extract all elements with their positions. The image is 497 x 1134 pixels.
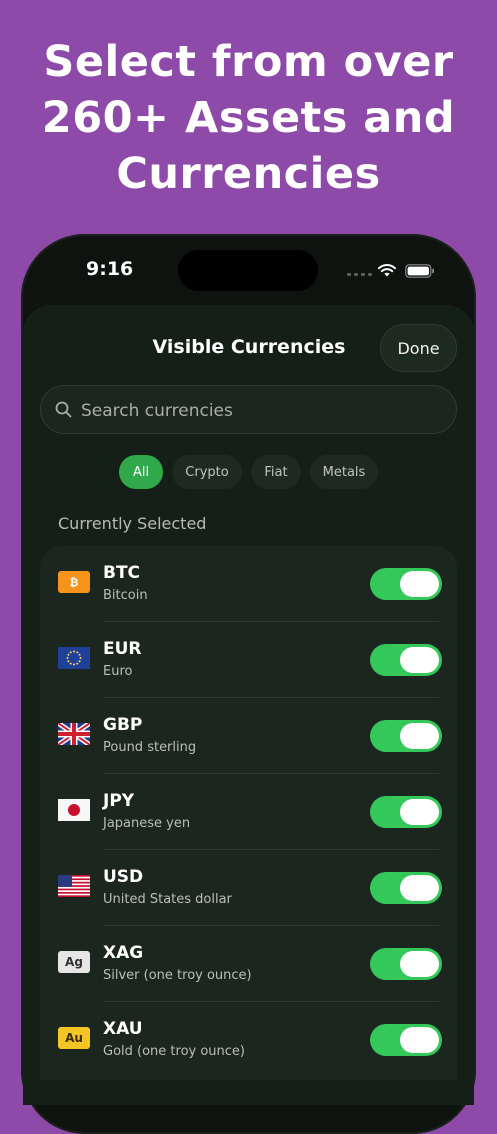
currency-name: Pound sterling (103, 740, 197, 755)
currency-name: Japanese yen (103, 816, 191, 831)
us-flag-icon (58, 875, 90, 897)
filter-chip-fiat[interactable]: Fiat (251, 455, 301, 489)
currency-code: USD (103, 867, 144, 887)
currency-code: EUR (103, 639, 142, 659)
promo-line-3: Currencies (116, 149, 381, 199)
bitcoin-icon: ₿ (58, 571, 90, 593)
currency-row-xau[interactable]: Au XAU Gold (one troy ounce) (40, 1002, 457, 1078)
sheet-title: Visible Currencies (152, 336, 346, 358)
currency-row-jpy[interactable]: JPY Japanese yen (40, 774, 457, 850)
currency-name: Bitcoin (103, 588, 148, 603)
dynamic-island (178, 250, 318, 291)
toggle-eur[interactable] (370, 644, 442, 676)
filter-chip-crypto[interactable]: Crypto (172, 455, 242, 489)
currency-code: JPY (103, 791, 135, 811)
currency-code: XAU (103, 1019, 143, 1039)
gold-badge: Au (58, 1027, 90, 1049)
filter-chip-all[interactable]: All (119, 455, 163, 489)
done-button[interactable]: Done (380, 324, 457, 372)
silver-badge: Ag (58, 951, 90, 973)
section-label: Currently Selected (58, 514, 207, 533)
gold-icon: Au (58, 1027, 90, 1049)
toggle-btc[interactable] (370, 568, 442, 600)
currency-code: GBP (103, 715, 143, 735)
promo-line-1: Select from over (43, 37, 454, 87)
currency-name: United States dollar (103, 892, 232, 907)
eu-flag-icon (58, 647, 90, 669)
uk-flag-icon (58, 723, 90, 745)
toggle-jpy[interactable] (370, 796, 442, 828)
toggle-gbp[interactable] (370, 720, 442, 752)
wifi-icon (378, 264, 396, 277)
toggle-xau[interactable] (370, 1024, 442, 1056)
signal-icon (347, 273, 372, 276)
search-icon (55, 401, 72, 418)
search-field[interactable] (40, 385, 457, 435)
filter-chip-metals[interactable]: Metals (310, 455, 378, 489)
currency-code: XAG (103, 943, 144, 963)
bitcoin-badge: ₿ (58, 571, 90, 593)
currency-row-usd[interactable]: USD United States dollar (40, 850, 457, 926)
currency-row-btc[interactable]: ₿ BTC Bitcoin (40, 546, 457, 622)
currency-name: Silver (one troy ounce) (103, 968, 252, 983)
currency-name: Gold (one troy ounce) (103, 1044, 246, 1059)
search-input[interactable] (79, 386, 443, 435)
currency-row-xag[interactable]: Ag XAG Silver (one troy ounce) (40, 926, 457, 1002)
currency-name: Euro (103, 664, 133, 679)
status-time: 9:16 (86, 258, 134, 280)
japan-flag-icon (58, 799, 90, 821)
currency-code: BTC (103, 563, 141, 583)
promo-line-2: 260+ Assets and (41, 93, 456, 143)
currency-row-eur[interactable]: EUR Euro (40, 622, 457, 698)
toggle-xag[interactable] (370, 948, 442, 980)
currency-row-gbp[interactable]: GBP Pound sterling (40, 698, 457, 774)
promo-headline: Select from over 260+ Assets and Currenc… (0, 34, 497, 202)
battery-icon (405, 264, 434, 278)
silver-icon: Ag (58, 951, 90, 973)
toggle-usd[interactable] (370, 872, 442, 904)
